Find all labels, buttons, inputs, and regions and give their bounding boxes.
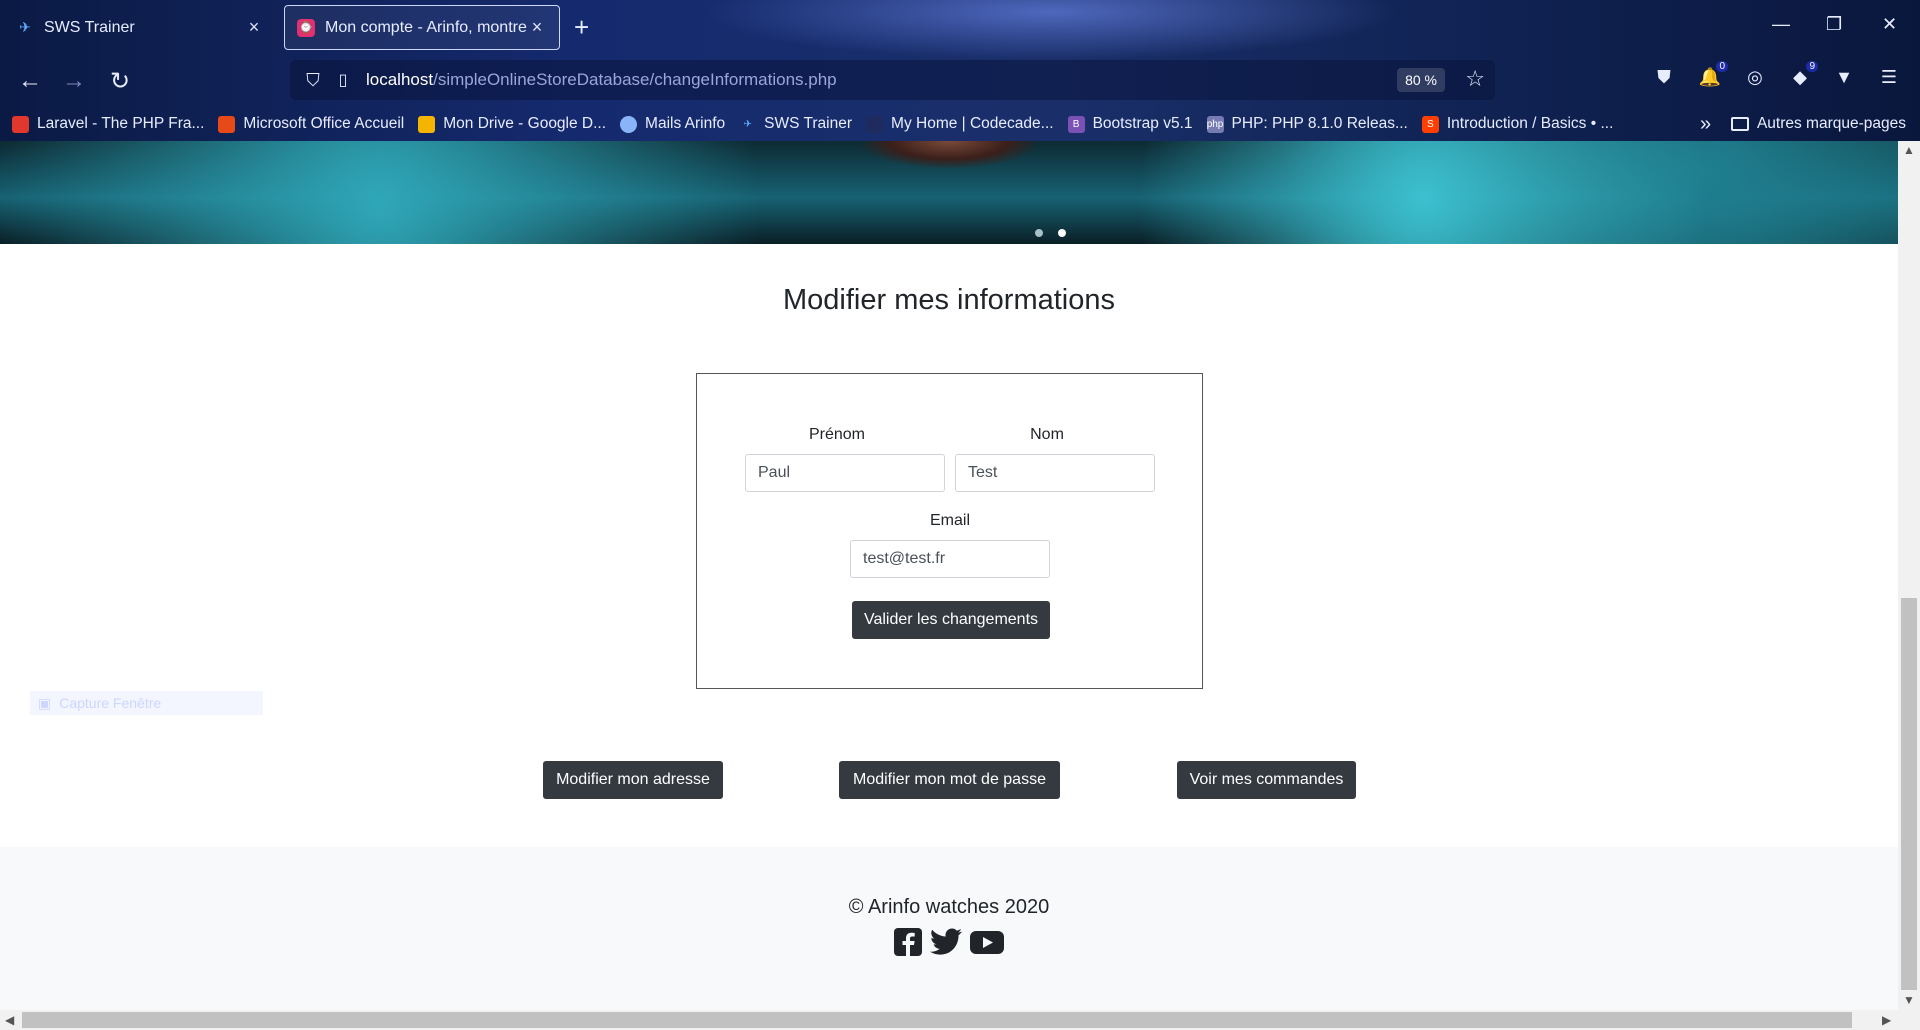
notification-extension-icon[interactable]: 🔔 0 [1696, 61, 1728, 95]
submit-changes-button[interactable]: Valider les changements [852, 601, 1050, 639]
bookmark-office[interactable]: Microsoft Office Accueil [218, 115, 404, 133]
tab-sws-trainer[interactable]: ✈ SWS Trainer × [4, 5, 276, 50]
url-bar[interactable]: ⛉ ▯ localhost/simpleOnlineStoreDatabase/… [290, 60, 1495, 100]
bookmark-label: Introduction / Basics • ... [1446, 115, 1614, 132]
extension-badge: 0 [1716, 61, 1728, 72]
bootstrap-icon: B [1067, 115, 1085, 133]
laravel-icon [12, 115, 29, 133]
minimize-icon[interactable]: — [1772, 14, 1790, 35]
bookmark-label: Microsoft Office Accueil [243, 115, 405, 132]
capture-icon: ▣ [38, 694, 52, 711]
horizontal-scroll-thumb[interactable] [22, 1012, 1852, 1028]
tab-mon-compte[interactable]: ⌚ Mon compte - Arinfo, montres i × [284, 5, 560, 50]
tab-title: Mon compte - Arinfo, montres i [325, 18, 527, 36]
php-icon: php [1206, 115, 1224, 133]
back-icon[interactable]: ← [14, 65, 46, 97]
bookmark-label: Laravel - The PHP Fra... [37, 115, 205, 132]
view-orders-button[interactable]: Voir mes commandes [1177, 761, 1356, 799]
page-viewport: Modifier mes informations Prénom Nom Ema… [0, 141, 1898, 1010]
pocket-icon[interactable]: ⛊ [1650, 67, 1678, 95]
bookmarks-bar: Laravel - The PHP Fra... Microsoft Offic… [0, 108, 1920, 140]
edit-password-button[interactable]: Modifier mon mot de passe [839, 761, 1060, 799]
menu-icon[interactable]: ☰ [1875, 67, 1903, 95]
bookmark-php[interactable]: php PHP: PHP 8.1.0 Releas... [1206, 115, 1408, 133]
hero-carousel-image [0, 141, 1898, 244]
scroll-down-icon[interactable]: ▼ [1903, 993, 1915, 1007]
sws-favicon-icon: ✈ [19, 19, 31, 35]
sws-icon: ✈ [743, 118, 752, 130]
restore-icon[interactable]: ❐ [1826, 14, 1842, 35]
close-tab-icon[interactable]: × [244, 17, 264, 38]
email-label: Email [929, 512, 970, 529]
firstname-input[interactable] [745, 454, 945, 492]
bookmark-codecademy[interactable]: My Home | Codecade... [866, 115, 1054, 133]
mail-icon [620, 115, 638, 133]
bookmark-label: Bootstrap v5.1 [1092, 115, 1193, 132]
browser-chrome: ✈ SWS Trainer × ⌚ Mon compte - Arinfo, m… [0, 0, 1920, 141]
tab-bar: ✈ SWS Trainer × ⌚ Mon compte - Arinfo, m… [0, 0, 1920, 55]
new-tab-button[interactable]: + [574, 12, 589, 42]
reload-icon[interactable]: ↻ [104, 65, 136, 97]
bookmark-sws[interactable]: ✈ SWS Trainer [739, 115, 852, 133]
bookmark-laravel[interactable]: Laravel - The PHP Fra... [12, 115, 204, 133]
carousel-indicator[interactable] [1058, 229, 1066, 237]
extension-badge: 9 [1806, 61, 1818, 72]
copyright-text: © Arinfo watches 2020 [848, 896, 1050, 918]
capture-window-overlay: ▣ Capture Fenêtre [30, 691, 263, 715]
tab-title: SWS Trainer [44, 18, 135, 36]
lastname-input[interactable] [955, 454, 1155, 492]
svelte-icon: S [1421, 115, 1439, 133]
edit-info-form: Prénom Nom Email Valider les changements [696, 373, 1203, 689]
page-title: Modifier mes informations [783, 284, 1115, 316]
office-icon [218, 115, 236, 133]
nav-bar: ← → ↻ ⛉ ▯ localhost/simpleOnlineStoreDat… [0, 57, 1920, 105]
youtube-icon[interactable] [969, 927, 1005, 957]
vue-extension-icon[interactable]: ▼ [1830, 67, 1858, 95]
edit-address-button[interactable]: Modifier mon adresse [543, 761, 723, 799]
vertical-scroll-thumb[interactable] [1901, 598, 1917, 990]
capture-label: Capture Fenêtre [59, 695, 162, 711]
lastname-label: Nom [1030, 426, 1064, 443]
glasses-extension-icon[interactable]: ◎ [1741, 67, 1769, 95]
bookmark-label: SWS Trainer [764, 115, 853, 132]
url-path: /simpleOnlineStoreDatabase/changeInforma… [433, 70, 837, 89]
close-window-icon[interactable]: ✕ [1882, 14, 1897, 35]
twitter-icon[interactable] [929, 927, 963, 957]
url-host: localhost [366, 70, 434, 89]
bookmark-svelte[interactable]: S Introduction / Basics • ... [1421, 115, 1614, 133]
scroll-left-icon[interactable]: ◀ [5, 1013, 14, 1027]
drive-icon [418, 115, 436, 133]
bookmark-label: Mon Drive - Google D... [443, 115, 607, 132]
bookmark-star-icon[interactable]: ☆ [1465, 66, 1485, 92]
bookmark-label: My Home | Codecade... [891, 115, 1054, 132]
bookmark-drive[interactable]: Mon Drive - Google D... [418, 115, 606, 133]
bookmark-bootstrap[interactable]: B Bootstrap v5.1 [1067, 115, 1193, 133]
zoom-indicator[interactable]: 80 % [1397, 68, 1445, 92]
more-bookmarks-icon[interactable]: » [1700, 108, 1711, 140]
bookmark-label: Mails Arinfo [645, 115, 726, 132]
bookmark-mails[interactable]: Mails Arinfo [620, 115, 725, 133]
close-tab-icon[interactable]: × [527, 17, 547, 38]
email-input[interactable] [850, 540, 1050, 578]
firstname-label: Prénom [808, 426, 866, 443]
purple-extension-icon[interactable]: ◆ 9 [1786, 61, 1818, 95]
social-links [0, 927, 1898, 957]
other-bookmarks[interactable]: Autres marque-pages [1730, 108, 1906, 140]
codecademy-icon [866, 115, 884, 133]
page-info-icon[interactable]: ▯ [328, 70, 358, 90]
bookmark-label: PHP: PHP 8.1.0 Releas... [1231, 115, 1408, 132]
folder-icon [1730, 117, 1749, 131]
facebook-icon[interactable] [893, 927, 923, 957]
site-favicon-icon: ⌚ [297, 18, 315, 37]
tracking-shield-icon[interactable]: ⛉ [298, 70, 328, 91]
forward-icon[interactable]: → [58, 65, 90, 97]
other-bookmarks-label: Autres marque-pages [1756, 115, 1906, 132]
scroll-right-icon[interactable]: ▶ [1882, 1013, 1891, 1027]
carousel-indicator[interactable] [1035, 229, 1043, 237]
scroll-up-icon[interactable]: ▲ [1903, 143, 1915, 157]
